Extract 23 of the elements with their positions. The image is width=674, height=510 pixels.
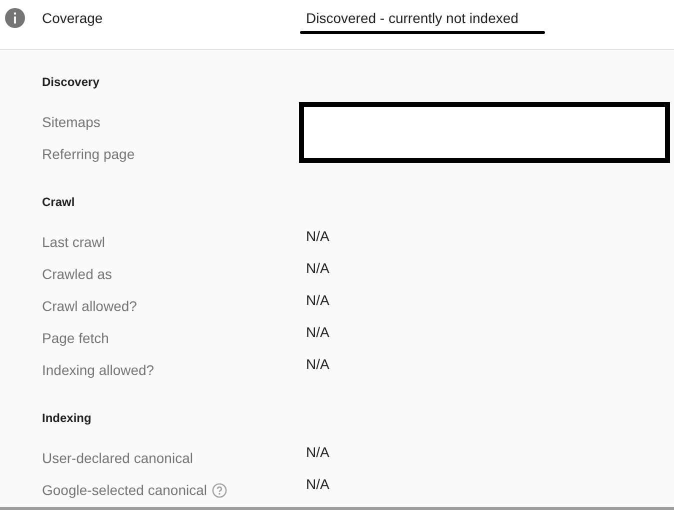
help-icon[interactable] xyxy=(212,482,227,498)
field-label: Crawled as xyxy=(42,265,112,284)
field-label: Coverage xyxy=(42,9,104,28)
field-label: Indexing allowed? xyxy=(42,361,154,380)
field-label: Sitemaps xyxy=(42,113,100,132)
field-value: N/A xyxy=(306,475,330,494)
field-value: N/A xyxy=(306,355,330,374)
field-value: N/A xyxy=(306,443,330,462)
field-label: Crawl allowed? xyxy=(42,297,137,316)
field-label: Last crawl xyxy=(42,233,106,252)
section-heading: Discovery xyxy=(42,74,100,91)
field-label: User-declared canonical xyxy=(42,449,193,468)
field-value: N/A xyxy=(306,323,330,342)
field-value: N/A xyxy=(306,259,330,278)
field-label: Page fetch xyxy=(42,329,109,348)
coverage-status: Discovered - currently not indexed xyxy=(306,9,518,28)
field-value: N/A xyxy=(306,291,330,310)
field-label: Referring page xyxy=(42,145,135,164)
section-heading: Indexing xyxy=(42,410,92,427)
info-icon xyxy=(5,8,25,28)
field-label: Google-selected canonical xyxy=(42,480,227,500)
field-value: N/A xyxy=(306,227,330,246)
section-heading: Crawl xyxy=(42,194,75,211)
